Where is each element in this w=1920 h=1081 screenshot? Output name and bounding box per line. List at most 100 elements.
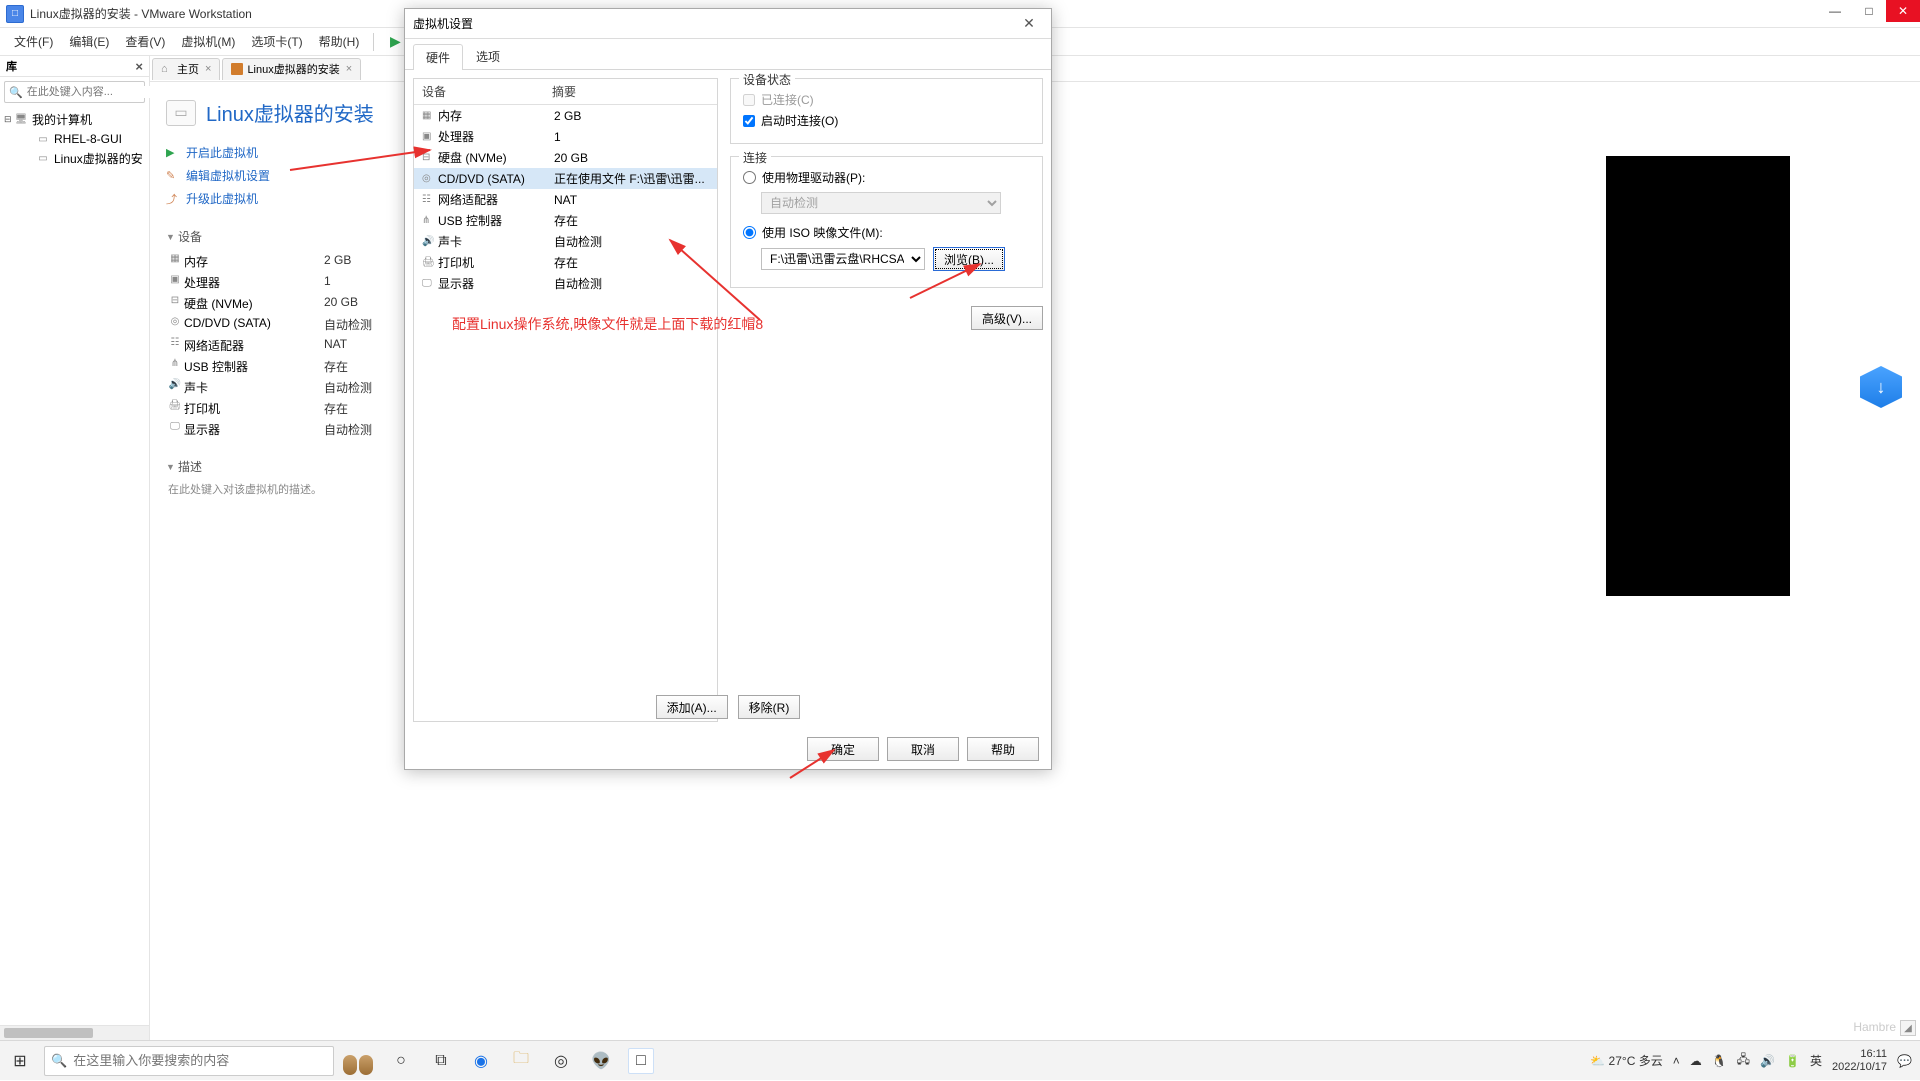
dialog-close-button[interactable]: ✕	[1015, 14, 1043, 34]
checkbox[interactable]	[743, 115, 755, 127]
description-header-label: 描述	[178, 458, 202, 475]
radio[interactable]	[743, 226, 756, 239]
device-list-row[interactable]: ▦内存2 GB	[414, 105, 717, 126]
device-value: 2 GB	[324, 253, 351, 270]
group-legend: 设备状态	[739, 71, 795, 88]
device-list-row[interactable]: 🖵显示器自动检测	[414, 273, 717, 294]
weather-widget[interactable]: ⛅ 27°C 多云	[1590, 1052, 1662, 1069]
menu-view[interactable]: 查看(V)	[117, 29, 173, 54]
clock[interactable]: 16:11 2022/10/17	[1832, 1048, 1887, 1074]
dialog-tabs: 硬件 选项	[405, 39, 1051, 70]
menu-tabs[interactable]: 选项卡(T)	[243, 29, 310, 54]
close-library-icon[interactable]: ×	[135, 59, 143, 74]
tree-item-label: Linux虚拟器的安	[54, 150, 143, 167]
device-list-row[interactable]: ☷网络适配器NAT	[414, 189, 717, 210]
start-button[interactable]: ⊞	[0, 1041, 40, 1081]
cancel-button[interactable]: 取消	[887, 737, 959, 761]
device-list-row[interactable]: 🔊声卡自动检测	[414, 231, 717, 252]
tree-item-linux[interactable]: ▭ Linux虚拟器的安	[0, 148, 149, 169]
vmware-taskbar-icon[interactable]: □	[628, 1048, 654, 1074]
battery-icon[interactable]: 🔋	[1785, 1054, 1800, 1068]
tree-item-rhel[interactable]: ▭ RHEL-8-GUI	[0, 130, 149, 148]
physical-drive-select: 自动检测	[761, 192, 1001, 214]
device-name: 显示器	[184, 421, 324, 438]
device-list-row[interactable]: ▣处理器1	[414, 126, 717, 147]
close-tab-icon[interactable]: ×	[205, 63, 211, 75]
use-iso-radio[interactable]: 使用 ISO 映像文件(M):	[743, 222, 1030, 243]
close-button[interactable]: ✕	[1886, 0, 1920, 22]
taskbar-search[interactable]: 🔍	[44, 1046, 334, 1076]
maximize-button[interactable]: □	[1852, 0, 1886, 22]
tray-app-icon[interactable]: 🐧	[1712, 1054, 1727, 1068]
iso-path-select[interactable]: F:\迅雷\迅雷云盘\RHCSA需要...	[761, 248, 925, 270]
vm-title-text: Linux虚拟器的安装	[206, 98, 374, 127]
device-summary: NAT	[554, 193, 709, 207]
device-name: 声卡	[438, 233, 554, 250]
edge-icon[interactable]: ◉	[468, 1048, 494, 1074]
cpu-icon: ▣	[166, 274, 184, 291]
expand-icon[interactable]: ⊟	[4, 114, 14, 125]
tree-item-label: RHEL-8-GUI	[54, 132, 122, 146]
clock-time: 16:11	[1832, 1048, 1887, 1061]
dialog-titlebar: 虚拟机设置 ✕	[405, 9, 1051, 39]
notification-icon[interactable]: 💬	[1897, 1054, 1912, 1068]
taskbar-search-input[interactable]	[73, 1053, 327, 1068]
tab-options[interactable]: 选项	[463, 43, 513, 69]
vm-preview-thumbnail[interactable]	[1606, 156, 1790, 596]
network-icon[interactable]: 🖧	[1737, 1050, 1750, 1071]
device-name: 内存	[184, 253, 324, 270]
menu-file[interactable]: 文件(F)	[6, 29, 61, 54]
menu-help[interactable]: 帮助(H)	[311, 29, 368, 54]
advanced-button[interactable]: 高级(V)...	[971, 306, 1043, 330]
device-list-row-selected[interactable]: ◎CD/DVD (SATA)正在使用文件 F:\迅雷\迅雷...	[414, 168, 717, 189]
tree-root[interactable]: ⊟ 🖥 我的计算机	[0, 109, 149, 130]
window-title: Linux虚拟器的安装 - VMware Workstation	[30, 5, 252, 22]
tab-vm[interactable]: Linux虚拟器的安装 ×	[222, 58, 361, 80]
browse-button[interactable]: 浏览(B)...	[933, 247, 1005, 271]
add-button[interactable]: 添加(A)...	[656, 695, 728, 719]
onedrive-icon[interactable]: ☁	[1690, 1054, 1702, 1068]
close-tab-icon[interactable]: ×	[346, 63, 352, 75]
device-name: 打印机	[438, 254, 554, 271]
checkbox	[743, 94, 755, 106]
radio[interactable]	[743, 171, 756, 184]
connect-on-start-checkbox[interactable]: 启动时连接(O)	[743, 110, 1030, 131]
explorer-icon[interactable]: 🗀	[508, 1048, 534, 1074]
alienware-icon[interactable]: 👽	[588, 1048, 614, 1074]
library-search[interactable]: 🔍 ▼	[4, 81, 145, 103]
dell-icon[interactable]: ◎	[548, 1048, 574, 1074]
device-list-row[interactable]: ⋔USB 控制器存在	[414, 210, 717, 231]
remove-button[interactable]: 移除(R)	[738, 695, 801, 719]
owl-decoration	[342, 1047, 374, 1075]
library-panel: 库 × 🔍 ▼ ⊟ 🖥 我的计算机 ▭ RHEL-8-GUI ▭ Linux虚拟…	[0, 56, 150, 1040]
ok-button[interactable]: 确定	[807, 737, 879, 761]
device-value: 自动检测	[324, 379, 372, 396]
device-value: 存在	[324, 358, 348, 375]
tray-chevron-icon[interactable]: ˄	[1673, 1054, 1680, 1068]
device-summary: 自动检测	[554, 275, 709, 292]
library-h-scroll[interactable]	[0, 1025, 149, 1040]
library-search-input[interactable]	[27, 86, 169, 98]
help-button[interactable]: 帮助	[967, 737, 1039, 761]
task-view-icon[interactable]: ⧉	[428, 1048, 454, 1074]
cpu-icon: ▣	[422, 131, 438, 142]
use-physical-radio[interactable]: 使用物理驱动器(P):	[743, 167, 1030, 188]
device-status-group: 设备状态 已连接(C) 启动时连接(O)	[730, 78, 1043, 144]
devices-header-label: 设备	[178, 228, 202, 245]
device-list-row[interactable]: ⊟硬盘 (NVMe)20 GB	[414, 147, 717, 168]
tab-hardware[interactable]: 硬件	[413, 44, 463, 70]
volume-icon[interactable]: 🔊	[1760, 1054, 1775, 1068]
tab-vm-label: Linux虚拟器的安装	[247, 61, 339, 77]
device-name: USB 控制器	[184, 358, 324, 375]
scroll-thumb[interactable]	[4, 1028, 93, 1038]
library-tree: ⊟ 🖥 我的计算机 ▭ RHEL-8-GUI ▭ Linux虚拟器的安	[0, 107, 149, 171]
ime-indicator[interactable]: 英	[1810, 1052, 1822, 1069]
minimize-button[interactable]: —	[1818, 0, 1852, 22]
resize-grip-icon[interactable]: ◢	[1900, 1020, 1916, 1036]
connected-checkbox: 已连接(C)	[743, 89, 1030, 110]
cortana-icon[interactable]: ○	[388, 1048, 414, 1074]
tab-home[interactable]: ⌂ 主页 ×	[152, 58, 220, 80]
menu-edit[interactable]: 编辑(E)	[61, 29, 117, 54]
menu-vm[interactable]: 虚拟机(M)	[173, 29, 243, 54]
device-list-row[interactable]: 🖨打印机存在	[414, 252, 717, 273]
